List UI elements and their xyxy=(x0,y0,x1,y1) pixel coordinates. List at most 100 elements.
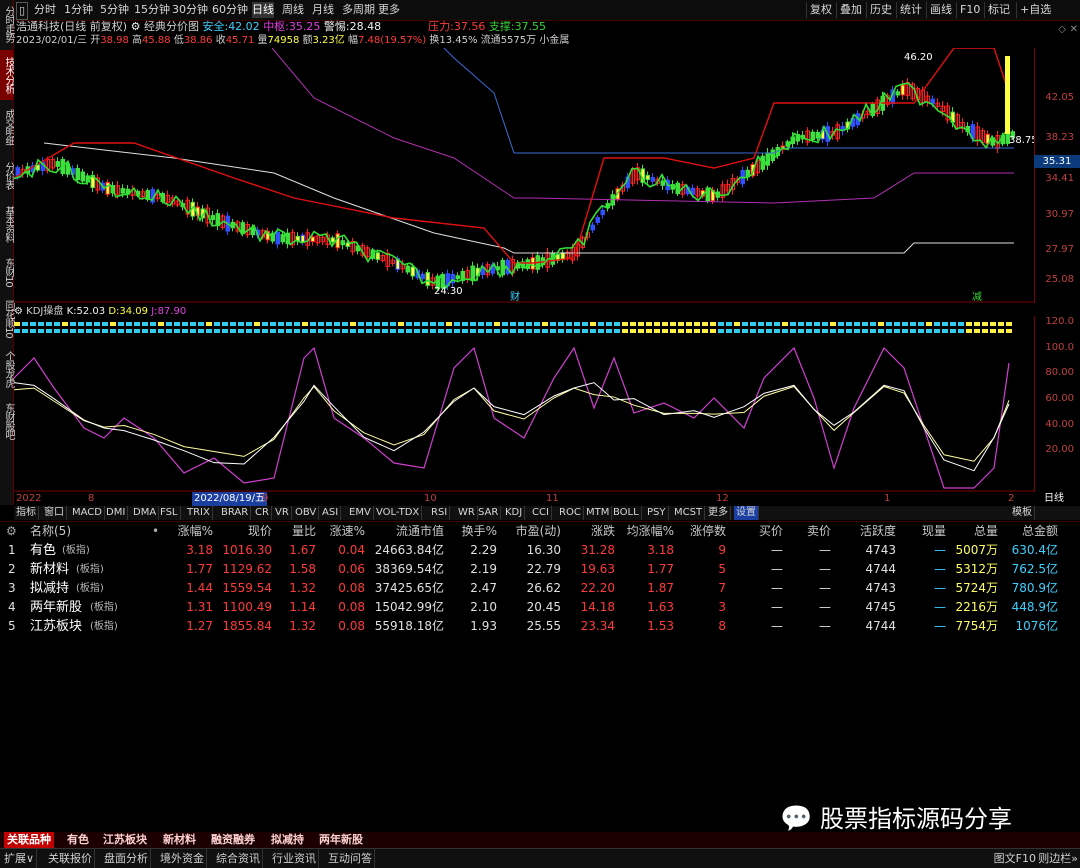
indicator-tab[interactable]: BOLL xyxy=(611,506,642,520)
indicator-tab[interactable]: DMA xyxy=(131,506,160,520)
table-settings-icon[interactable]: ⚙ xyxy=(6,522,17,540)
indicator-tab[interactable]: BRAR xyxy=(219,506,252,520)
period-daily[interactable]: 日线 xyxy=(252,2,274,18)
column-header[interactable]: 涨幅% xyxy=(178,522,213,540)
f10-button[interactable]: F10 xyxy=(956,2,983,18)
table-row[interactable]: 5 江苏板块 (板指) 1.27 1855.84 1.32 0.08 55918.18亿 1.9… xyxy=(0,617,1080,636)
status-tab[interactable]: 行业资讯 xyxy=(270,849,319,868)
status-tab[interactable]: 综合资讯 xyxy=(214,849,263,868)
period-30min[interactable]: 30分钟 xyxy=(172,2,208,18)
kdj-settings-icon[interactable]: ⚙ xyxy=(14,306,23,317)
column-header[interactable]: 流通市值 xyxy=(396,522,444,540)
left-tab-profile[interactable]: 基本资料 xyxy=(0,200,14,248)
indicator-icon[interactable]: ⚙ xyxy=(131,20,141,33)
indicator-tab[interactable]: MTM xyxy=(584,506,613,520)
column-header[interactable]: 涨跌 xyxy=(591,522,615,540)
indicator-tab[interactable]: ASI xyxy=(320,506,342,520)
indicator-tab[interactable]: CR xyxy=(253,506,272,520)
left-tab-dragon[interactable]: 个股龙虎 xyxy=(0,346,14,392)
column-header[interactable]: 买价 xyxy=(759,522,783,540)
restore-right-button[interactable]: 复权 xyxy=(806,2,835,18)
period-5min[interactable]: 5分钟 xyxy=(100,2,129,18)
indicator-tab[interactable]: VR xyxy=(273,506,292,520)
indicator-tab[interactable]: SAR xyxy=(476,506,502,520)
overlay-button[interactable]: 叠加 xyxy=(836,2,865,18)
period-minute[interactable]: 分时 xyxy=(34,2,56,18)
related-tab[interactable]: 融资融券 xyxy=(208,832,258,848)
diamond-icon[interactable]: ◇ xyxy=(1058,24,1066,35)
history-button[interactable]: 历史 xyxy=(866,2,895,18)
related-tab[interactable]: 江苏板块 xyxy=(100,832,150,848)
table-row[interactable]: 3 拟减持 (板指) 1.44 1559.54 1.32 0.08 37425.65亿 2.47… xyxy=(0,579,1080,598)
template-button[interactable]: 模板 xyxy=(1010,506,1035,520)
indicator-tab[interactable]: TRIX xyxy=(185,506,213,520)
mark-button[interactable]: 标记 xyxy=(984,2,1013,18)
period-monthly[interactable]: 月线 xyxy=(312,2,334,18)
table-row[interactable]: 4 两年新股 (板指) 1.31 1100.49 1.14 0.08 15042.99亿 2.1… xyxy=(0,598,1080,617)
indicator-tab[interactable]: CCI xyxy=(530,506,552,520)
column-header[interactable]: 涨速% xyxy=(330,522,365,540)
related-tab[interactable]: 新材料 xyxy=(160,832,199,848)
indicator-tab[interactable]: WR xyxy=(456,506,478,520)
indicator-tab[interactable]: 设置 xyxy=(734,506,759,520)
sidebar-toggle[interactable]: 则边栏» xyxy=(1038,849,1078,868)
close-icon[interactable]: ✕ xyxy=(1070,24,1078,35)
status-tab[interactable]: 扩展∨ xyxy=(2,849,38,868)
left-tab-trades[interactable]: 成交明细 xyxy=(0,104,14,150)
period-weekly[interactable]: 周线 xyxy=(282,2,304,18)
left-tab-forum[interactable]: 东财股吧 xyxy=(0,396,14,446)
row-name[interactable]: 拟减持 xyxy=(30,579,69,598)
status-tab[interactable]: 关联报价 xyxy=(46,849,95,868)
period-label[interactable]: 日线 xyxy=(1044,492,1064,506)
indicator-tab[interactable]: VOL-TDX xyxy=(374,506,423,520)
column-header[interactable]: 市盈(动) xyxy=(516,522,561,540)
f10-graphic-button[interactable]: 图文F10 xyxy=(994,849,1036,868)
related-tab[interactable]: 两年新股 xyxy=(316,832,366,848)
left-tab-eastmoney[interactable]: 东财10 xyxy=(0,252,14,292)
stats-button[interactable]: 统计 xyxy=(896,2,925,18)
left-tab-price-table[interactable]: 分价表 xyxy=(0,154,14,196)
indicator-tab[interactable]: KDJ xyxy=(503,506,526,520)
period-more[interactable]: 更多 xyxy=(378,2,400,18)
column-header[interactable]: 均涨幅% xyxy=(627,522,674,540)
indicator-tab[interactable]: 更多 xyxy=(706,506,731,520)
indicator-tab[interactable]: MACD xyxy=(70,506,105,520)
indicator-name[interactable]: 经典分价图 xyxy=(144,20,199,33)
indicator-tab[interactable]: EMV xyxy=(347,506,374,520)
indicator-tab[interactable]: OBV xyxy=(293,506,320,520)
indicator-tab[interactable]: ROC xyxy=(557,506,584,520)
fin-report-mark[interactable]: 财 xyxy=(510,290,520,303)
column-header[interactable]: 现量 xyxy=(922,522,946,540)
price-chart[interactable]: 46.20 24.30 38.75 财 减 xyxy=(14,48,1034,303)
row-name[interactable]: 两年新股 xyxy=(30,598,82,617)
indicator-tab[interactable]: PSY xyxy=(645,506,669,520)
related-tab[interactable]: 关联品种 xyxy=(4,832,54,848)
status-tab[interactable]: 盘面分析 xyxy=(102,849,151,868)
indicator-tab[interactable]: RSI xyxy=(429,506,451,520)
period-15min[interactable]: 15分钟 xyxy=(134,2,170,18)
period-60min[interactable]: 60分钟 xyxy=(212,2,248,18)
column-header[interactable]: 换手% xyxy=(462,522,497,540)
kdj-chart[interactable] xyxy=(14,318,1034,492)
name-header[interactable]: 名称(5) xyxy=(30,522,71,540)
column-header[interactable]: 涨停数 xyxy=(690,522,726,540)
indicator-tab[interactable]: FSL xyxy=(158,506,181,520)
row-name[interactable]: 江苏板块 xyxy=(30,617,82,636)
reduce-holding-mark[interactable]: 减 xyxy=(972,291,982,303)
status-tab[interactable]: 互动问答 xyxy=(326,849,375,868)
left-tab-intraday[interactable]: 分时走势 xyxy=(0,2,14,46)
left-tab-ths[interactable]: 同花顺10 xyxy=(0,296,14,342)
table-row[interactable]: 1 有色 (板指) 3.18 1016.30 1.67 0.04 24663.84亿 2.29 1… xyxy=(0,541,1080,560)
menu-icon[interactable]: ▯ xyxy=(16,2,28,20)
indicator-tab[interactable]: DMI xyxy=(104,506,129,520)
row-name[interactable]: 新材料 xyxy=(30,560,69,579)
left-tab-technical[interactable]: 技术分析 xyxy=(0,50,14,100)
related-tab[interactable]: 有色 xyxy=(64,832,92,848)
draw-button[interactable]: 画线 xyxy=(926,2,955,18)
column-header[interactable]: 总量 xyxy=(974,522,998,540)
indicator-tab[interactable]: 窗口 xyxy=(42,506,67,520)
column-header[interactable]: 总金额 xyxy=(1022,522,1058,540)
column-header[interactable]: 现价 xyxy=(248,522,272,540)
column-header[interactable]: 活跃度 xyxy=(860,522,896,540)
status-tab[interactable]: 境外资金 xyxy=(158,849,207,868)
